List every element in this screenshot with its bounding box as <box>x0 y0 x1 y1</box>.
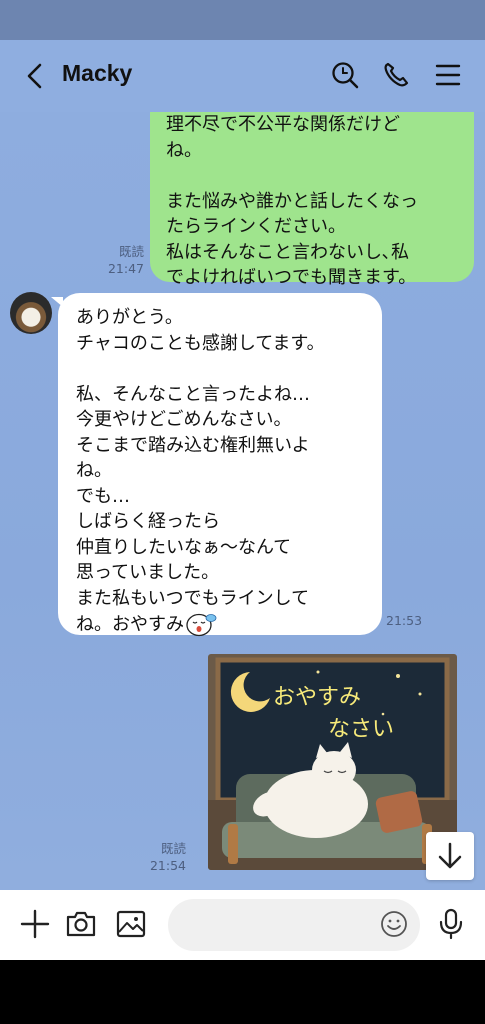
sent-line <box>166 163 458 189</box>
scroll-to-bottom-button[interactable] <box>426 832 474 880</box>
chat-header: Macky <box>0 40 485 112</box>
plus-icon[interactable] <box>18 907 52 941</box>
received-line: でも… <box>76 485 130 507</box>
received-last-text: ね。おやすみ <box>76 614 184 635</box>
sent-line: また悩みや誰かと話したくなっ <box>166 190 418 212</box>
sticker-text-line1: おやすみ <box>273 685 361 710</box>
received-line: そこまで踏み込む権利無いよ <box>76 434 310 456</box>
sent-line: でよければいつでも聞きます。 <box>166 267 417 288</box>
received-line: チャコのことも感謝してます。 <box>76 332 325 354</box>
goodnight-cat-sticker[interactable]: おやすみ なさい <box>208 654 457 870</box>
sticker-text-line2: なさい <box>328 717 394 742</box>
timestamp: 21:53 <box>386 613 423 628</box>
status-bar <box>0 0 485 40</box>
received-line: 仲直りしたいなぁ～なんて <box>76 536 292 558</box>
search-icon[interactable] <box>330 60 360 90</box>
microphone-icon[interactable] <box>434 907 468 941</box>
smiley-icon[interactable] <box>377 907 411 941</box>
bubble-tail <box>51 297 63 307</box>
camera-icon[interactable] <box>64 907 98 941</box>
timestamp: 21:47 <box>107 261 144 276</box>
read-receipt: 既読 <box>160 841 186 856</box>
read-receipt: 既読 <box>118 244 144 259</box>
sent-line: ね。 <box>166 139 202 161</box>
received-line: 私、そんなこと言ったよね… <box>76 383 310 405</box>
chat-area[interactable]: 理不尽で不公平な関係だけど ね。 また悩みや誰かと話したくなっ たらラインくださ… <box>0 112 485 890</box>
received-line: 今更やけどごめんなさい。 <box>76 409 292 430</box>
line-chat-screen: Macky 理不尽で不公平な関係だけど ね。 また悩みや誰かと話したくなっ たら… <box>0 0 485 1024</box>
avatar[interactable] <box>10 292 52 334</box>
received-line: ありがとう。 <box>76 307 183 328</box>
menu-icon[interactable] <box>433 60 463 90</box>
sent-line: 私はそんなこと言わないし､私 <box>166 241 409 263</box>
received-line <box>76 356 364 382</box>
received-line: また私もいつでもラインして <box>76 587 310 609</box>
received-message-meta: 21:53 <box>386 612 424 629</box>
received-line: しばらく経ったら <box>76 511 220 532</box>
sent-line: たらラインください。 <box>166 216 346 237</box>
sent-message-bubble[interactable]: 理不尽で不公平な関係だけど ね。 また悩みや誰かと話したくなっ たらラインくださ… <box>150 112 474 288</box>
received-line-last: ね。おやすみ <box>76 611 364 638</box>
sent-message-meta: 既読 21:47 <box>104 243 144 277</box>
chevron-left-icon[interactable] <box>22 62 50 90</box>
received-message-bubble[interactable]: ありがとう。 チャコのことも感謝してます。 私、そんなこと言ったよね… 今更やけ… <box>51 293 382 638</box>
image-icon[interactable] <box>114 907 148 941</box>
phone-icon[interactable] <box>381 60 411 90</box>
system-navigation-bar <box>0 960 485 1024</box>
received-line: ね。 <box>76 460 112 481</box>
received-line: 思っていました。 <box>76 562 220 583</box>
sticker-meta: 既読 21:54 <box>146 840 186 874</box>
message-input-bar <box>0 890 485 960</box>
chat-title[interactable]: Macky <box>62 60 132 87</box>
sent-line: 理不尽で不公平な関係だけど <box>166 114 400 135</box>
timestamp: 21:54 <box>149 858 186 873</box>
sleepy-face-emoji-icon <box>186 613 217 637</box>
